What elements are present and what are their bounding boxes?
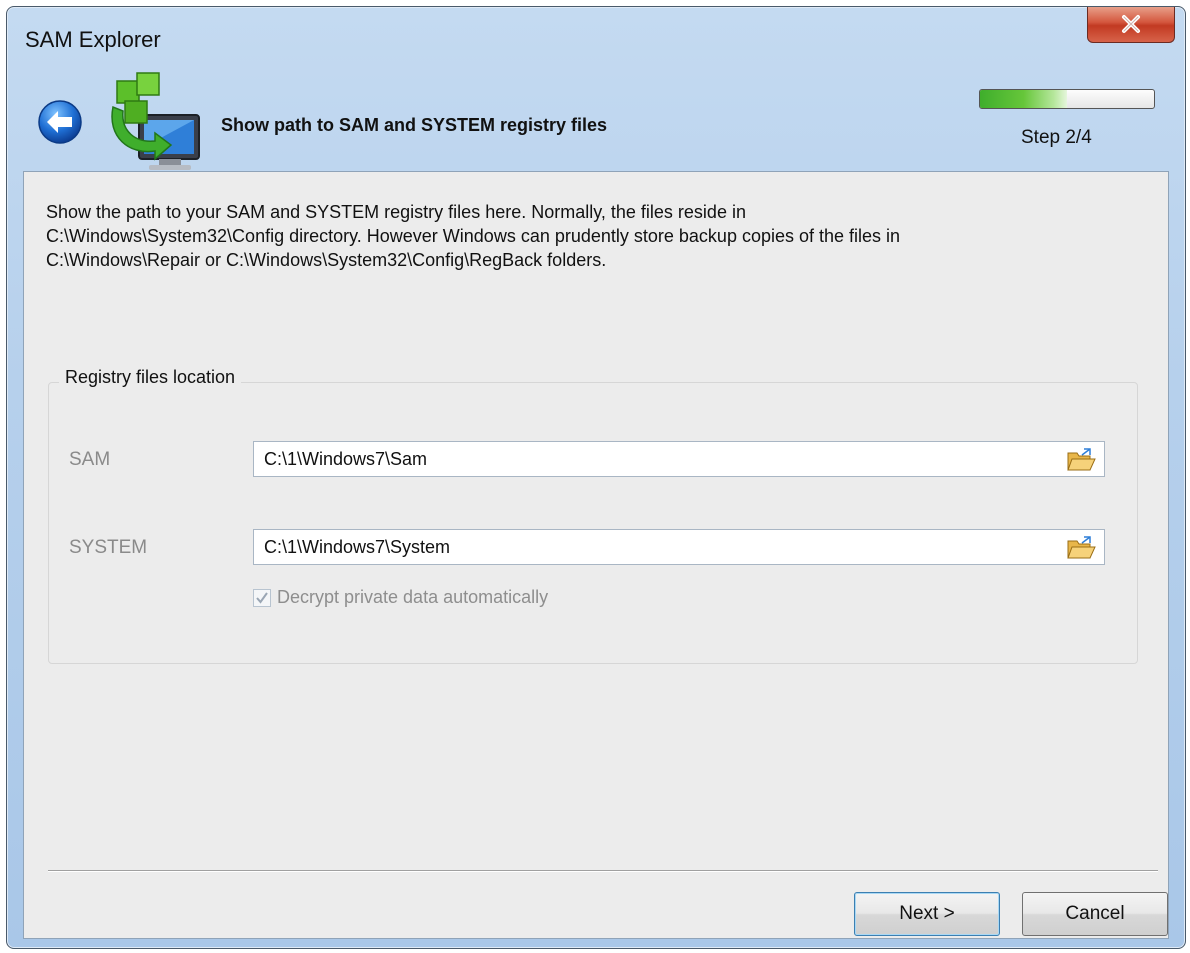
sam-path-input[interactable]: C:\1\Windows7\Sam bbox=[253, 441, 1105, 477]
system-path-input[interactable]: C:\1\Windows7\System bbox=[253, 529, 1105, 565]
decrypt-checkbox-label: Decrypt private data automatically bbox=[277, 587, 549, 607]
back-arrow-icon bbox=[38, 100, 82, 144]
description-text: Show the path to your SAM and SYSTEM reg… bbox=[46, 200, 1136, 272]
close-button[interactable] bbox=[1087, 7, 1175, 43]
checkmark-icon bbox=[256, 591, 268, 604]
cancel-button[interactable]: Cancel bbox=[1022, 892, 1168, 936]
sam-explorer-window: SAM Explorer Show path to SAM and SYSTEM… bbox=[6, 6, 1186, 949]
sam-label: SAM bbox=[69, 449, 111, 470]
groupbox-label: Registry files location bbox=[59, 367, 242, 388]
description-line: C:\Windows\Repair or C:\Windows\System32… bbox=[46, 250, 607, 270]
open-folder-icon bbox=[1067, 448, 1096, 471]
registry-files-groupbox: Registry files location SAM C:\1\Windows… bbox=[48, 367, 1138, 664]
next-button[interactable]: Next > bbox=[854, 892, 1000, 936]
open-folder-icon bbox=[1067, 536, 1096, 559]
step-indicator: Step 2/4 bbox=[1021, 127, 1092, 148]
step-progress-bar bbox=[979, 89, 1155, 109]
system-path-value: C:\1\Windows7\System bbox=[264, 537, 451, 557]
registry-computer-icon bbox=[99, 67, 209, 177]
window-title: SAM Explorer bbox=[25, 27, 161, 52]
progress-fill bbox=[980, 90, 1067, 108]
decrypt-checkbox-row[interactable]: Decrypt private data automatically bbox=[253, 587, 548, 608]
footer-divider bbox=[48, 870, 1158, 872]
sam-path-value: C:\1\Windows7\Sam bbox=[264, 449, 428, 469]
back-button[interactable] bbox=[37, 99, 83, 145]
decrypt-checkbox[interactable] bbox=[253, 588, 271, 607]
description-line: C:\Windows\System32\Config directory. Ho… bbox=[46, 226, 901, 246]
content-panel: Show the path to your SAM and SYSTEM reg… bbox=[23, 171, 1169, 939]
system-label: SYSTEM bbox=[69, 537, 148, 558]
page-title: Show path to SAM and SYSTEM registry fil… bbox=[221, 115, 608, 135]
close-icon bbox=[1122, 15, 1140, 33]
description-line: Show the path to your SAM and SYSTEM reg… bbox=[46, 202, 746, 222]
browse-sam-button[interactable] bbox=[1066, 447, 1096, 473]
browse-system-button[interactable] bbox=[1066, 535, 1096, 561]
